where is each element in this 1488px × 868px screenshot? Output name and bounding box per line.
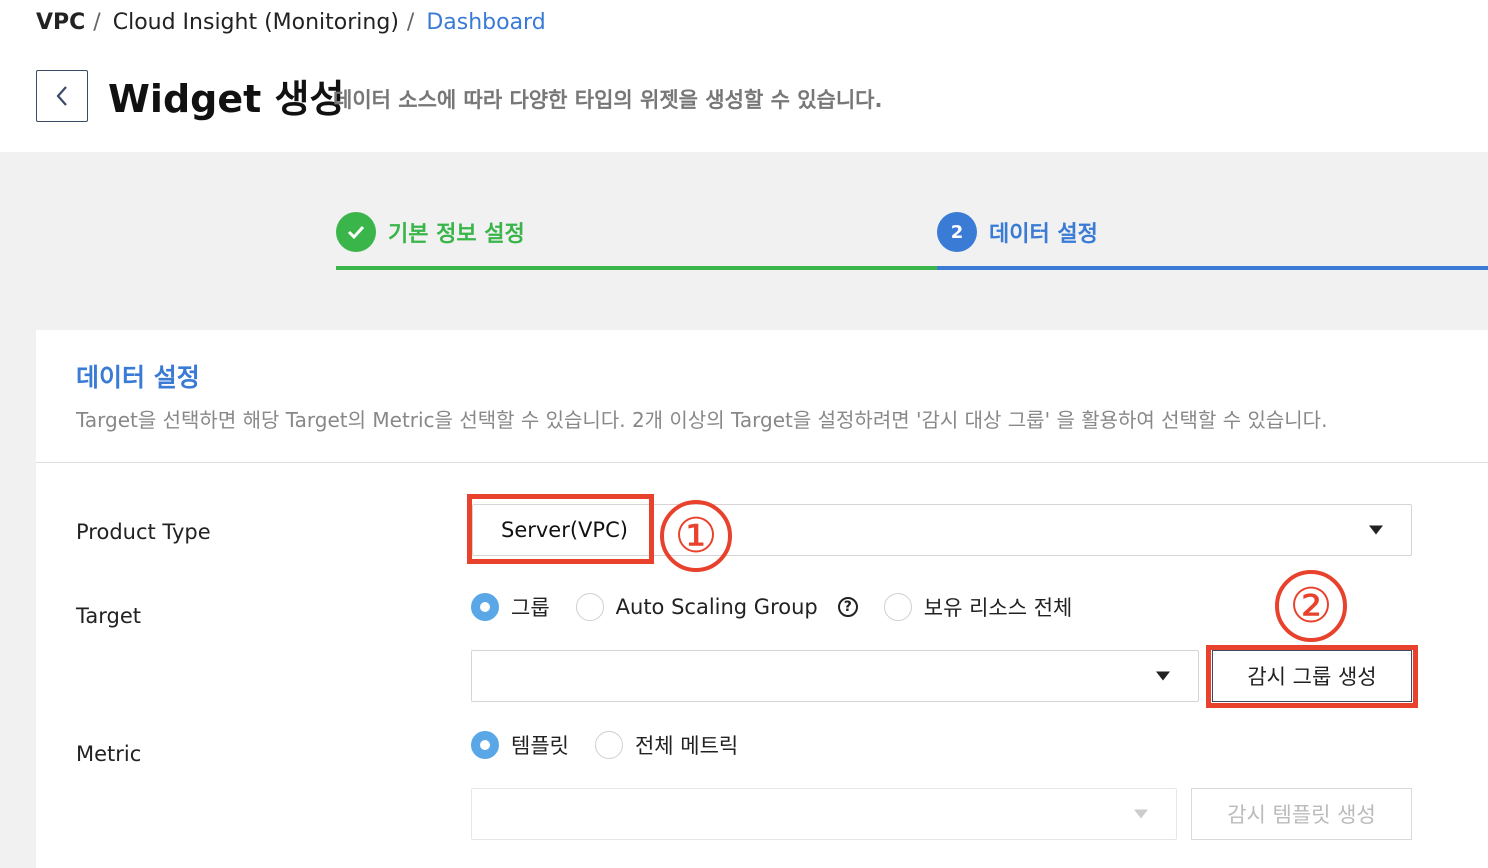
target-group-select[interactable] (471, 650, 1199, 702)
card-title: 데이터 설정 (76, 363, 200, 392)
step-progress-complete (336, 266, 937, 270)
caret-down-icon (1156, 671, 1170, 681)
radio-checked[interactable] (471, 593, 499, 621)
metric-template-select[interactable] (471, 788, 1177, 840)
card-description: Target을 선택하면 해당 Target의 Metric을 선택할 수 있습… (76, 408, 1328, 432)
radio-checked[interactable] (471, 731, 499, 759)
radio-label: 보유 리소스 전체 (923, 596, 1073, 620)
caret-down-icon (1134, 809, 1148, 819)
step-label: 데이터 설정 (989, 222, 1098, 247)
caret-down-icon (1369, 525, 1383, 535)
annotation-box-1 (467, 494, 654, 564)
radio-unchecked[interactable] (883, 593, 912, 621)
back-button[interactable] (36, 70, 88, 122)
breadcrumb-cloud-insight[interactable]: Cloud Insight (Monitoring) (113, 10, 399, 35)
chevron-left-icon (56, 86, 67, 106)
annotation-marker-1: ① (660, 500, 732, 572)
metric-radio-all-option[interactable]: 전체 메트릭 (594, 730, 739, 760)
step-progress-current (937, 266, 1488, 270)
check-icon (347, 225, 365, 240)
annotation-marker-2: ② (1275, 570, 1347, 642)
product-type-label: Product Type (76, 520, 211, 544)
target-radio-group-option[interactable]: 그룹 (471, 592, 550, 622)
target-radio-asg-option[interactable]: Auto Scaling Group? (575, 593, 858, 621)
breadcrumb-vpc[interactable]: VPC (36, 10, 85, 35)
step-data-settings[interactable]: 2 데이터 설정 (937, 212, 1098, 252)
target-label: Target (76, 604, 141, 628)
annotation-box-2 (1206, 645, 1418, 708)
radio-label: 그룹 (511, 596, 550, 620)
target-radio-group: 그룹 Auto Scaling Group? 보유 리소스 전체 (471, 592, 1098, 622)
target-radio-all-option[interactable]: 보유 리소스 전체 (883, 592, 1073, 622)
divider (36, 462, 1488, 463)
radio-label: 템플릿 (511, 734, 569, 758)
create-monitor-template-button[interactable]: 감시 템플릿 생성 (1191, 788, 1412, 840)
breadcrumb-separator: / (93, 10, 101, 35)
breadcrumb-dashboard[interactable]: Dashboard (426, 10, 545, 35)
data-settings-card: 데이터 설정 Target을 선택하면 해당 Target의 Metric을 선… (36, 330, 1488, 868)
page-title: Widget 생성 (108, 77, 345, 121)
metric-radio-template-option[interactable]: 템플릿 (471, 730, 569, 760)
step-label: 기본 정보 설정 (388, 222, 525, 247)
radio-label: 전체 메트릭 (634, 734, 739, 758)
breadcrumb-separator: / (406, 10, 415, 35)
step-number-badge: 2 (937, 212, 977, 252)
step-complete-badge (336, 212, 376, 252)
breadcrumb: VPC / Cloud Insight (Monitoring) / Dashb… (36, 10, 546, 35)
radio-unchecked[interactable] (594, 731, 623, 759)
metric-label: Metric (76, 742, 142, 766)
radio-label: Auto Scaling Group (615, 595, 818, 619)
metric-radio-group: 템플릿 전체 메트릭 (471, 730, 764, 760)
step-basic-info[interactable]: 기본 정보 설정 (336, 212, 525, 252)
radio-unchecked[interactable] (575, 593, 604, 621)
page-description: 데이터 소스에 따라 다양한 타입의 위젯을 생성할 수 있습니다. (333, 88, 883, 112)
help-icon[interactable]: ? (837, 597, 858, 617)
